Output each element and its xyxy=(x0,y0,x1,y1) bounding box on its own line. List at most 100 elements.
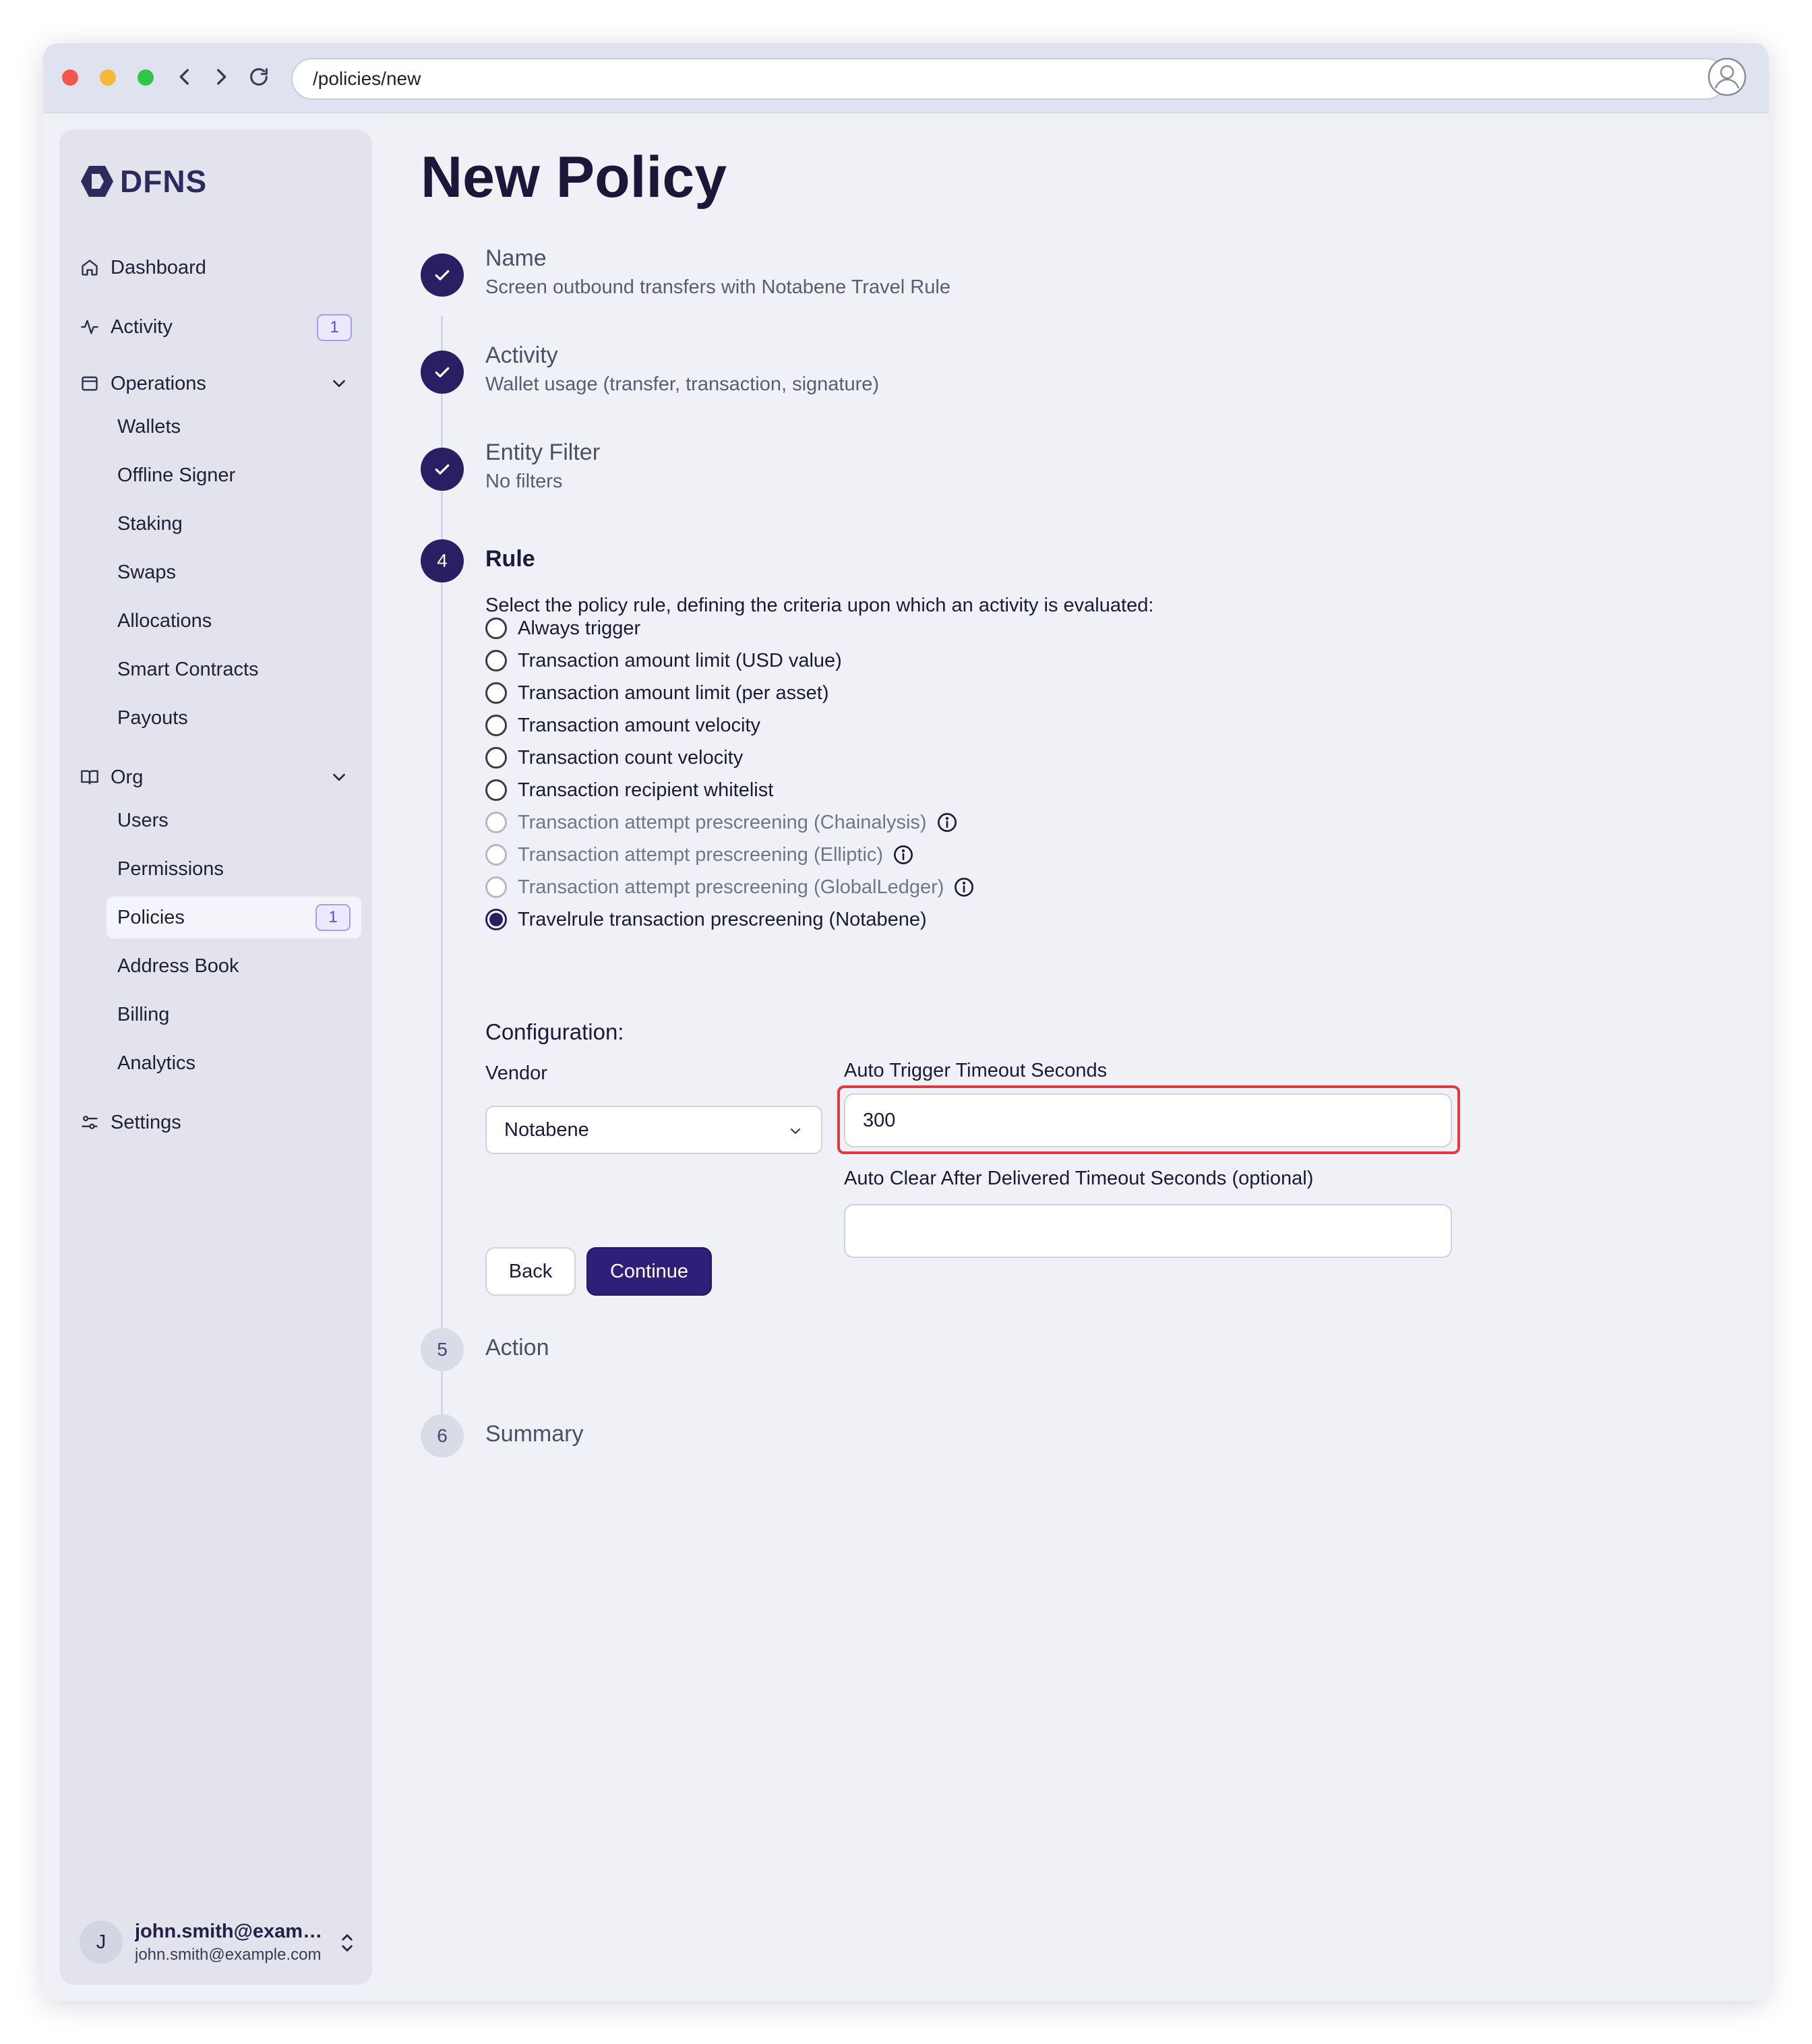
chevron-down-icon[interactable] xyxy=(329,767,349,787)
rule-option-globalledger: Transaction attempt prescreening (Global… xyxy=(485,874,975,901)
browser-window: /policies/new DFNS Dashboard Activity 1 … xyxy=(43,43,1769,2001)
radio-button[interactable] xyxy=(485,779,507,801)
radio-button[interactable] xyxy=(485,618,507,639)
chevron-down-icon xyxy=(790,1128,801,1135)
step-1-summary: Screen outbound transfers with Notabene … xyxy=(485,276,950,298)
radio-button xyxy=(485,812,507,833)
sidebar-item-label: Smart Contracts xyxy=(117,658,259,680)
radio-button[interactable] xyxy=(485,747,507,769)
page-title: New Policy xyxy=(421,145,727,210)
sidebar-item-operations[interactable]: Operations xyxy=(80,363,206,404)
rule-option-amount-velocity[interactable]: Transaction amount velocity xyxy=(485,712,760,739)
sidebar-item-policies[interactable]: Policies 1 xyxy=(107,897,361,938)
back-arrow-icon[interactable] xyxy=(169,61,201,93)
rule-option-label: Transaction attempt prescreening (Ellipt… xyxy=(518,843,884,866)
rule-option-label: Travelrule transaction prescreening (Not… xyxy=(518,908,927,930)
archive-icon xyxy=(80,373,100,394)
sidebar-item-label: Staking xyxy=(117,512,183,535)
reload-icon[interactable] xyxy=(243,61,275,93)
rule-option-recipient-whitelist[interactable]: Transaction recipient whitelist xyxy=(485,777,773,804)
sidebar-item-staking[interactable]: Staking xyxy=(107,503,361,545)
sidebar-item-label: Org xyxy=(111,766,144,788)
sidebar-item-label: Offline Signer xyxy=(117,464,236,486)
step-2-title[interactable]: Activity xyxy=(485,342,558,369)
vendor-select[interactable]: Notabene xyxy=(485,1106,822,1154)
rule-option-label: Transaction amount limit (USD value) xyxy=(518,649,842,671)
sidebar-item-label: Dashboard xyxy=(111,256,206,278)
sidebar-item-label: Allocations xyxy=(117,609,212,632)
sidebar-item-smart-contracts[interactable]: Smart Contracts xyxy=(107,649,361,690)
user-name: john.smith@example.com xyxy=(135,1920,325,1942)
user-menu[interactable]: J john.smith@example.com john.smith@exam… xyxy=(80,1919,356,1966)
step-3-title[interactable]: Entity Filter xyxy=(485,440,600,466)
back-button[interactable]: Back xyxy=(485,1247,576,1296)
sidebar-item-dashboard[interactable]: Dashboard xyxy=(80,247,206,289)
step-5-indicator: 5 xyxy=(421,1328,464,1371)
radio-button[interactable] xyxy=(485,682,507,704)
step-4-indicator: 4 xyxy=(421,539,464,582)
info-icon[interactable] xyxy=(953,876,975,898)
sidebar-item-offline-signer[interactable]: Offline Signer xyxy=(107,454,361,496)
sidebar-item-payouts[interactable]: Payouts xyxy=(107,697,361,739)
vendor-label: Vendor xyxy=(485,1062,547,1084)
sidebar-item-settings[interactable]: Settings xyxy=(80,1102,181,1143)
sidebar-item-label: Payouts xyxy=(117,707,188,729)
continue-button[interactable]: Continue xyxy=(586,1247,712,1296)
sidebar-item-label: Users xyxy=(117,809,169,831)
sidebar-item-label: Wallets xyxy=(117,415,181,438)
logo-text: DFNS xyxy=(120,164,208,199)
chevron-down-icon[interactable] xyxy=(329,373,349,394)
radio-button[interactable] xyxy=(485,650,507,671)
step-1-title[interactable]: Name xyxy=(485,245,547,272)
rule-option-chainalysis: Transaction attempt prescreening (Chaina… xyxy=(485,809,958,836)
rule-option-label: Transaction attempt prescreening (Chaina… xyxy=(518,811,927,833)
close-window-button[interactable] xyxy=(62,69,78,86)
sidebar: DFNS Dashboard Activity 1 Operations Wal… xyxy=(59,129,372,1985)
rule-option-amount-limit-usd[interactable]: Transaction amount limit (USD value) xyxy=(485,647,842,674)
step-3-summary: No filters xyxy=(485,471,563,492)
sidebar-item-address-book[interactable]: Address Book xyxy=(107,945,361,987)
url-bar[interactable]: /policies/new xyxy=(291,58,1727,100)
check-icon xyxy=(435,464,450,475)
dfns-logo-icon xyxy=(81,166,113,197)
auto-trigger-timeout-input[interactable]: 300 xyxy=(844,1093,1452,1147)
forward-arrow-icon[interactable] xyxy=(205,61,237,93)
minimize-window-button[interactable] xyxy=(100,69,116,86)
rule-option-notabene[interactable]: Travelrule transaction prescreening (Not… xyxy=(485,906,927,933)
rule-option-label: Transaction recipient whitelist xyxy=(518,779,774,801)
radio-button xyxy=(485,876,507,898)
sidebar-item-analytics[interactable]: Analytics xyxy=(107,1042,361,1084)
book-icon xyxy=(80,767,100,787)
sidebar-item-org[interactable]: Org xyxy=(80,756,143,798)
dfns-logo[interactable]: DFNS xyxy=(80,163,207,200)
rule-option-label: Transaction attempt prescreening (Global… xyxy=(518,876,944,898)
info-icon[interactable] xyxy=(936,812,958,833)
rule-option-elliptic: Transaction attempt prescreening (Ellipt… xyxy=(485,841,914,868)
rule-option-amount-limit-asset[interactable]: Transaction amount limit (per asset) xyxy=(485,680,828,707)
sidebar-item-label: Billing xyxy=(117,1003,170,1025)
radio-button-selected[interactable] xyxy=(485,909,507,930)
sidebar-item-label: Activity xyxy=(111,315,173,338)
sidebar-item-swaps[interactable]: Swaps xyxy=(107,551,361,593)
sidebar-item-users[interactable]: Users xyxy=(107,800,361,841)
sidebar-item-billing[interactable]: Billing xyxy=(107,994,361,1035)
sidebar-item-permissions[interactable]: Permissions xyxy=(107,848,361,890)
rule-option-always-trigger[interactable]: Always trigger xyxy=(485,615,640,642)
auto-clear-timeout-input[interactable] xyxy=(844,1204,1452,1258)
sidebar-item-wallets[interactable]: Wallets xyxy=(107,406,361,448)
rule-option-count-velocity[interactable]: Transaction count velocity xyxy=(485,744,743,771)
sidebar-item-allocations[interactable]: Allocations xyxy=(107,600,361,642)
auto-clear-label: Auto Clear After Delivered Timeout Secon… xyxy=(844,1168,1314,1189)
rule-option-label: Transaction amount velocity xyxy=(518,714,760,736)
maximize-window-button[interactable] xyxy=(138,69,154,86)
sidebar-item-label: Swaps xyxy=(117,561,177,583)
step-4-title: Rule xyxy=(485,546,535,572)
radio-button[interactable] xyxy=(485,715,507,736)
home-icon xyxy=(80,258,100,278)
chevron-up-down-icon xyxy=(342,1934,353,1952)
info-icon[interactable] xyxy=(893,844,914,866)
auto-trigger-label: Auto Trigger Timeout Seconds xyxy=(844,1060,1108,1081)
profile-icon[interactable] xyxy=(1707,57,1747,97)
sidebar-item-activity[interactable]: Activity 1 xyxy=(80,306,352,348)
step-6-title: Summary xyxy=(485,1421,584,1447)
